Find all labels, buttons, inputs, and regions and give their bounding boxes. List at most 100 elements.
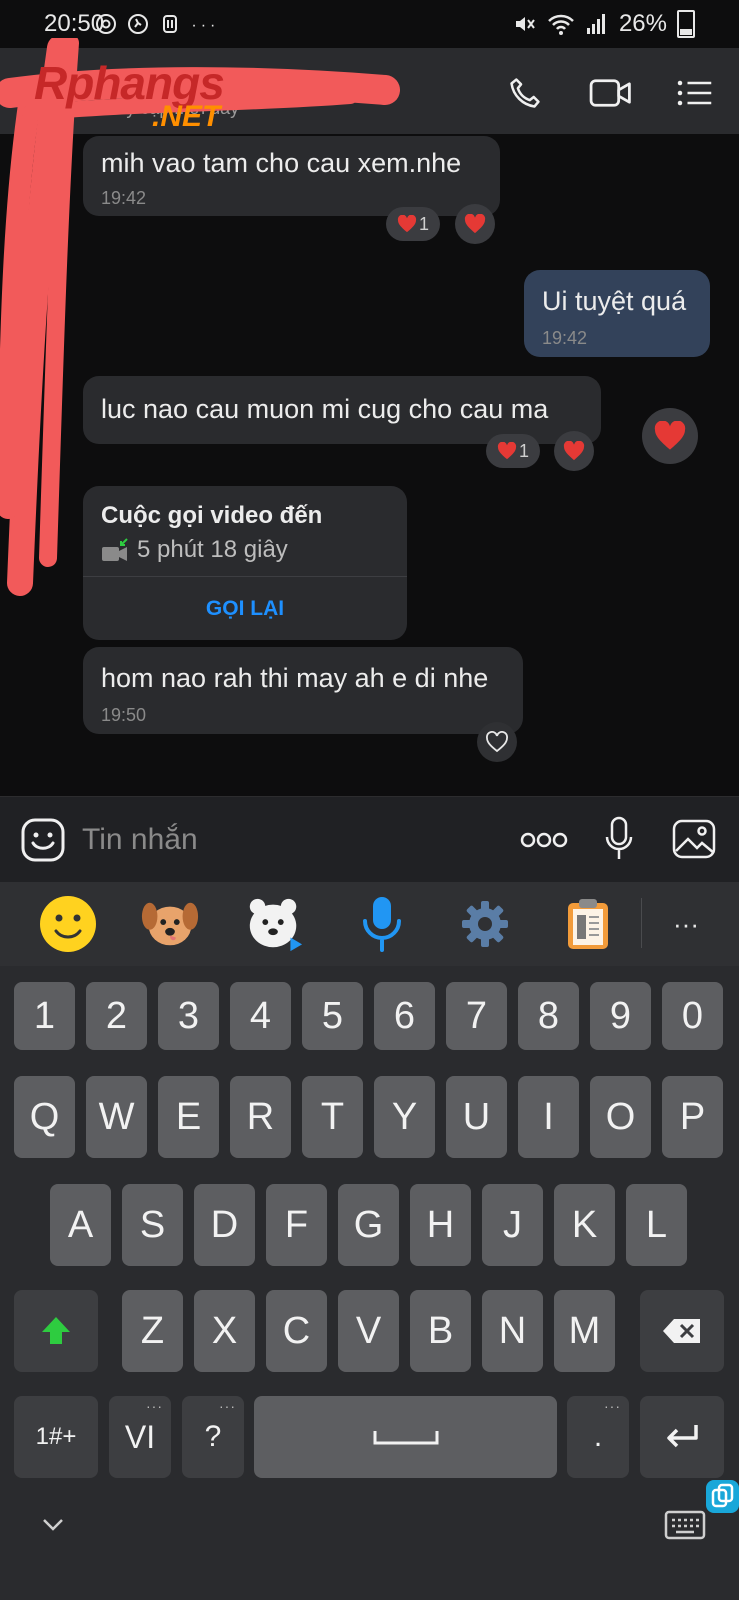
react-button[interactable] xyxy=(455,204,495,244)
message-text: luc nao cau muon mi cug cho cau ma xyxy=(101,394,549,424)
key-s[interactable]: S xyxy=(122,1184,183,1266)
key-f[interactable]: F xyxy=(266,1184,327,1266)
key-e[interactable]: E xyxy=(158,1076,219,1158)
wifi-icon xyxy=(548,14,574,35)
key-y[interactable]: Y xyxy=(374,1076,435,1158)
key-hint-dots: ··· xyxy=(219,1398,236,1414)
key-w[interactable]: W xyxy=(86,1076,147,1158)
reaction-count: 1 xyxy=(418,213,429,234)
message-bubble-own[interactable]: Ui tuyệt quá 19:42 xyxy=(524,270,710,357)
key-o[interactable]: O xyxy=(590,1076,651,1158)
menu-button[interactable] xyxy=(670,68,720,118)
emoji-face-icon xyxy=(40,896,96,952)
heart-icon xyxy=(464,214,486,234)
clipboard-overlay-button[interactable] xyxy=(706,1480,739,1513)
voice-call-button[interactable] xyxy=(500,68,550,118)
react-button[interactable] xyxy=(477,722,517,762)
key-q[interactable]: Q xyxy=(14,1076,75,1158)
key-7[interactable]: 7 xyxy=(446,982,507,1050)
react-button[interactable] xyxy=(554,431,594,471)
sticker-button[interactable] xyxy=(20,817,66,863)
sticker-dog-button[interactable] xyxy=(140,894,200,954)
reaction-summary[interactable]: 1 xyxy=(486,434,540,468)
message-text: mih vao tam cho cau xem.nhe xyxy=(101,148,462,178)
key-3[interactable]: 3 xyxy=(158,982,219,1050)
language-key[interactable]: ··· VI xyxy=(109,1396,171,1478)
status-bar: 20:50 ··· 26% xyxy=(0,0,739,48)
more-options-button[interactable] xyxy=(520,827,568,853)
dog-sticker-icon xyxy=(141,902,199,946)
bitmoji-button[interactable] xyxy=(244,894,304,954)
key-t[interactable]: T xyxy=(302,1076,363,1158)
period-key[interactable]: ··· . xyxy=(567,1396,629,1478)
key-6[interactable]: 6 xyxy=(374,982,435,1050)
key-g[interactable]: G xyxy=(338,1184,399,1266)
key-n[interactable]: N xyxy=(482,1290,543,1372)
key-r[interactable]: R xyxy=(230,1076,291,1158)
message-text: hom nao rah thi may ah e di nhe xyxy=(101,663,489,693)
symbols-key[interactable]: 1#+ xyxy=(14,1396,98,1478)
microphone-icon xyxy=(363,897,401,952)
key-h[interactable]: H xyxy=(410,1184,471,1266)
status-notification-icons: ··· xyxy=(95,10,219,36)
backspace-key[interactable] xyxy=(640,1290,724,1372)
watermark-sub: .NET xyxy=(152,100,221,133)
key-x[interactable]: X xyxy=(194,1290,255,1372)
reaction-count: 1 xyxy=(518,440,529,461)
message-input[interactable]: Tin nhắn xyxy=(82,823,198,857)
space-key[interactable] xyxy=(254,1396,557,1478)
keyboard-settings-button[interactable] xyxy=(455,894,515,954)
key-1[interactable]: 1 xyxy=(14,982,75,1050)
key-i[interactable]: I xyxy=(518,1076,579,1158)
voice-message-button[interactable] xyxy=(604,815,634,865)
quick-heart-button[interactable] xyxy=(642,408,698,464)
mute-icon xyxy=(515,17,535,31)
key-c[interactable]: C xyxy=(266,1290,327,1372)
keyboard: ··· 1234567890 QWERTYUIOP ASDFGHJKL ZXCVBNM… xyxy=(0,882,739,1600)
key-8[interactable]: 8 xyxy=(518,982,579,1050)
emoji-button[interactable] xyxy=(38,894,98,954)
status-more: ··· xyxy=(191,17,220,34)
key-5[interactable]: 5 xyxy=(302,982,363,1050)
battery-percent: 26% xyxy=(618,10,667,37)
key-l[interactable]: L xyxy=(626,1184,687,1266)
message-composer: Tin nhắn xyxy=(0,796,739,883)
message-time: 19:42 xyxy=(542,328,588,348)
heart-icon xyxy=(497,442,517,460)
key-k[interactable]: K xyxy=(554,1184,615,1266)
call-back-button[interactable]: GỌI LẠI xyxy=(83,577,407,640)
shift-key[interactable] xyxy=(14,1290,98,1372)
gallery-button[interactable] xyxy=(672,817,716,861)
toolbar-more-button[interactable]: ··· xyxy=(656,894,716,954)
key-2[interactable]: 2 xyxy=(86,982,147,1050)
hide-keyboard-button[interactable] xyxy=(38,1512,68,1536)
message-bubble[interactable]: mih vao tam cho cau xem.nhe 19:42 xyxy=(83,136,500,216)
signal-icon xyxy=(586,14,605,34)
key-b[interactable]: B xyxy=(410,1290,471,1372)
key-z[interactable]: Z xyxy=(122,1290,183,1372)
key-a[interactable]: A xyxy=(50,1184,111,1266)
key-v[interactable]: V xyxy=(338,1290,399,1372)
key-j[interactable]: J xyxy=(482,1184,543,1266)
keyboard-icon xyxy=(664,1510,706,1540)
voice-input-button[interactable] xyxy=(352,894,412,954)
key-9[interactable]: 9 xyxy=(590,982,651,1050)
heart-outline-icon xyxy=(486,731,508,753)
key-0[interactable]: 0 xyxy=(662,982,723,1050)
enter-key[interactable] xyxy=(640,1396,724,1478)
key-p[interactable]: P xyxy=(662,1076,723,1158)
video-call-button[interactable] xyxy=(586,68,636,118)
key-hint-dots: ··· xyxy=(604,1398,621,1414)
reaction-summary[interactable]: 1 xyxy=(386,207,440,241)
incoming-video-icon xyxy=(102,538,128,561)
key-m[interactable]: M xyxy=(554,1290,615,1372)
battery-icon xyxy=(677,10,695,38)
question-key[interactable]: ··· ? xyxy=(182,1396,244,1478)
key-u[interactable]: U xyxy=(446,1076,507,1158)
clipboard-button[interactable] xyxy=(558,894,618,954)
key-4[interactable]: 4 xyxy=(230,982,291,1050)
keyboard-switch-button[interactable] xyxy=(664,1508,706,1540)
backspace-icon xyxy=(663,1319,700,1343)
key-d[interactable]: D xyxy=(194,1184,255,1266)
message-bubble[interactable]: hom nao rah thi may ah e di nhe 19:50 xyxy=(83,647,523,734)
